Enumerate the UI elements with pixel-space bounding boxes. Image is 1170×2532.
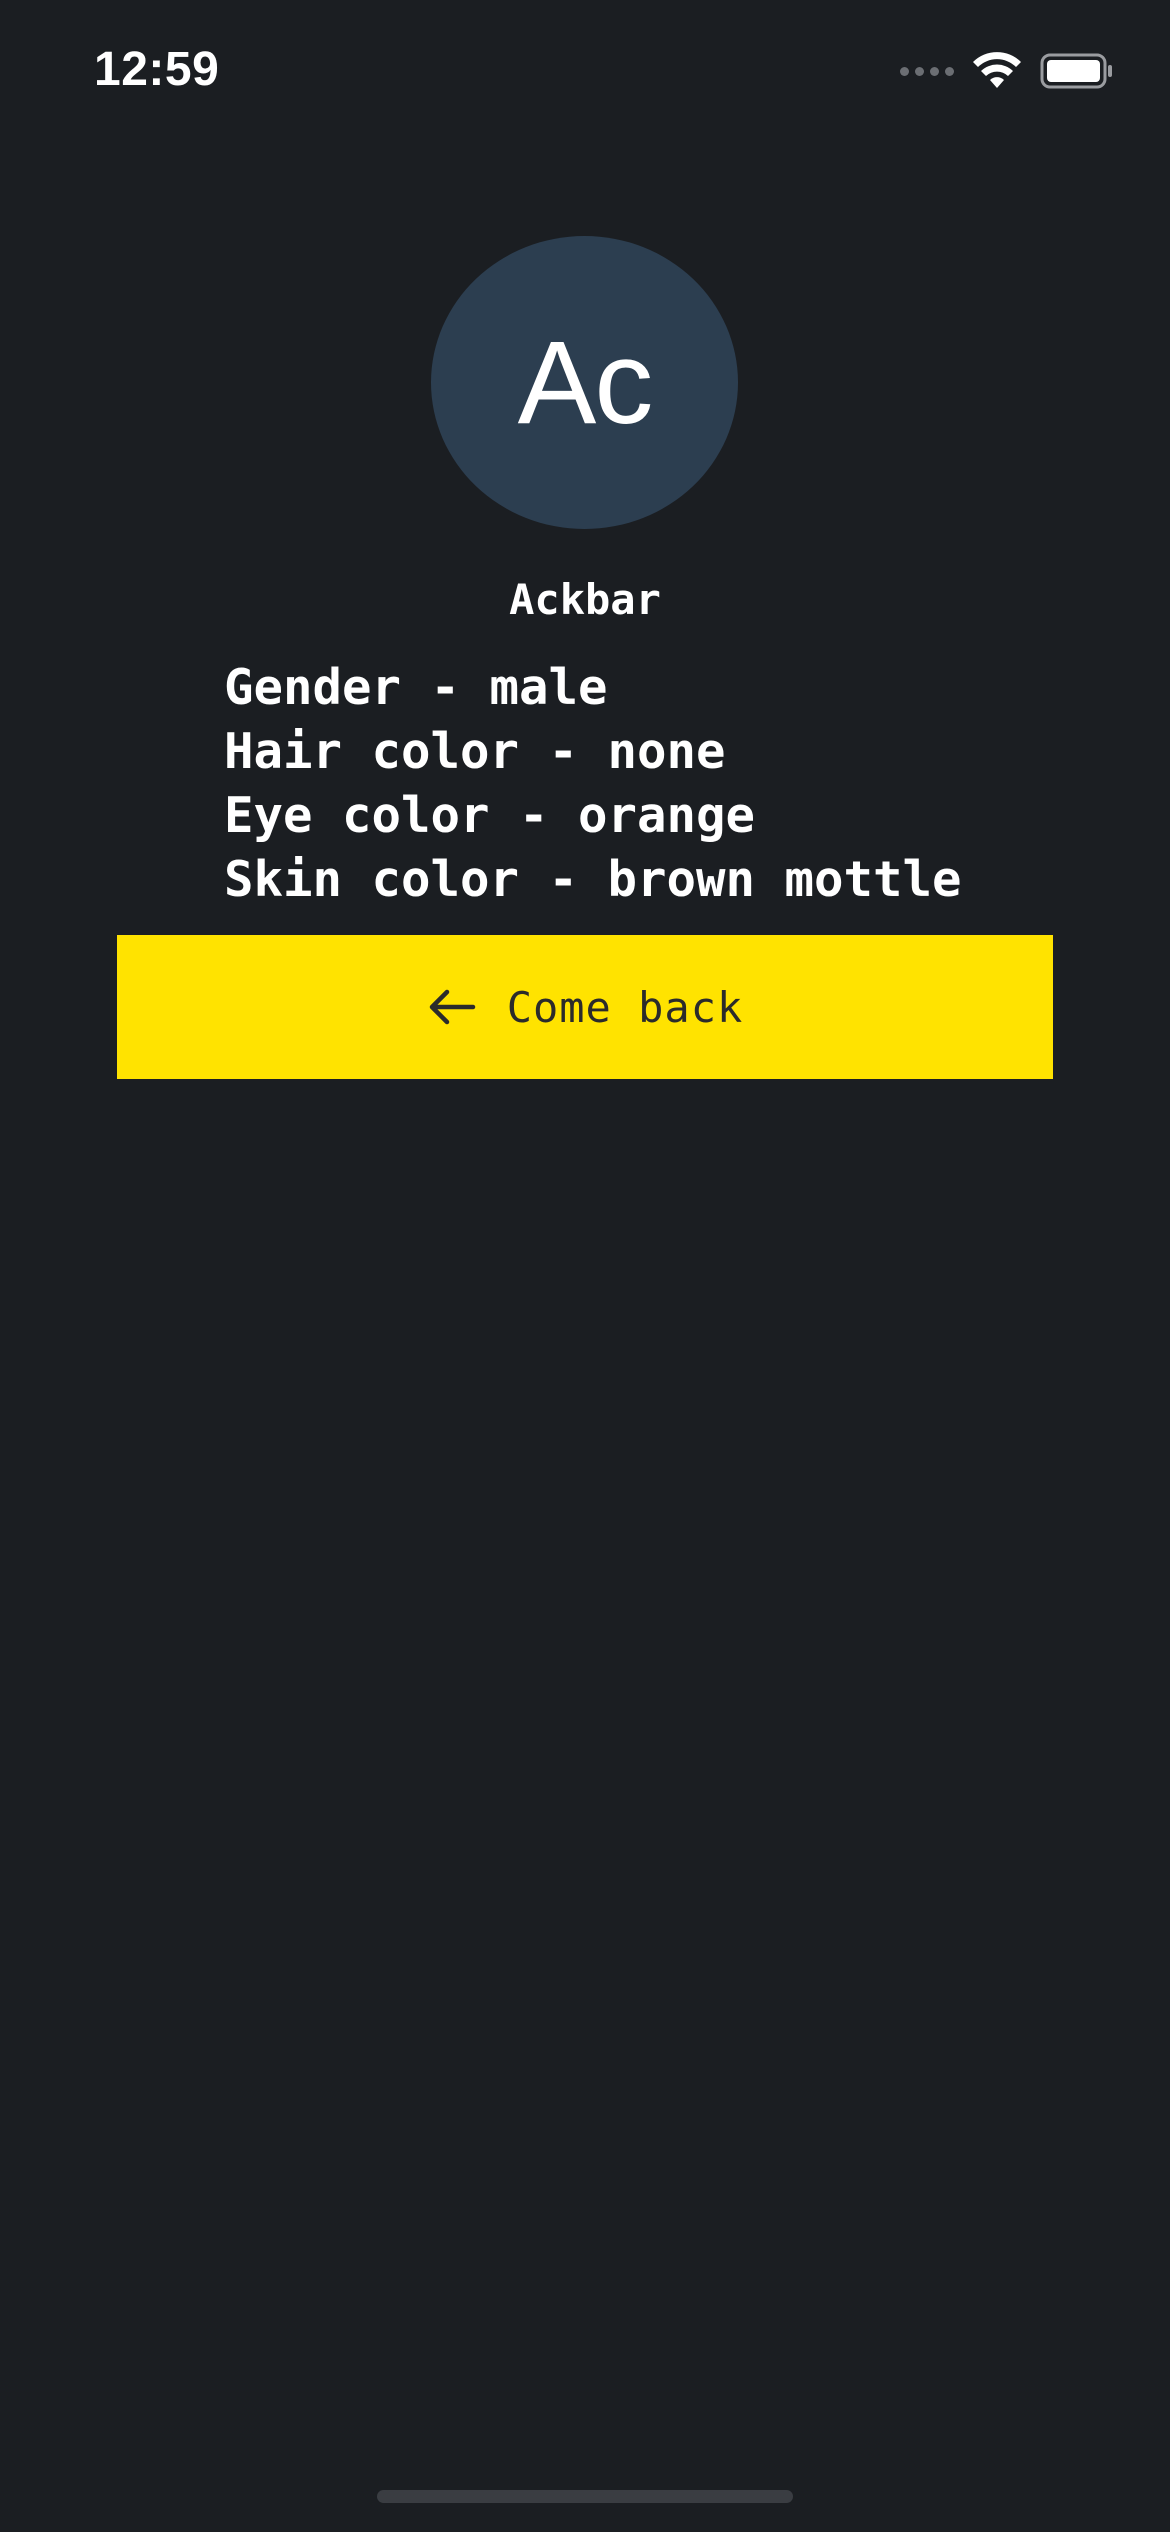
character-name: Ackbar: [509, 575, 661, 624]
detail-eye-color: Eye color - orange: [224, 787, 756, 844]
status-bar-icons: [900, 52, 1114, 90]
detail-skin-color: Skin color - brown mottle: [224, 851, 962, 908]
avatar: Ac: [431, 236, 738, 529]
wifi-icon: [973, 52, 1021, 88]
home-indicator[interactable]: [377, 2490, 793, 2503]
status-bar-time: 12:59: [94, 43, 220, 96]
come-back-button[interactable]: Come back: [117, 935, 1053, 1079]
come-back-label: Come back: [506, 982, 744, 1032]
character-details: Gender - male Hair color - none Eye colo…: [224, 656, 1124, 912]
detail-gender: Gender - male: [224, 659, 608, 716]
detail-hair-color: Hair color - none: [224, 723, 726, 780]
battery-icon: [1040, 53, 1112, 89]
arrow-left-icon: [429, 989, 475, 1025]
signal-dots-icon: [900, 66, 954, 76]
